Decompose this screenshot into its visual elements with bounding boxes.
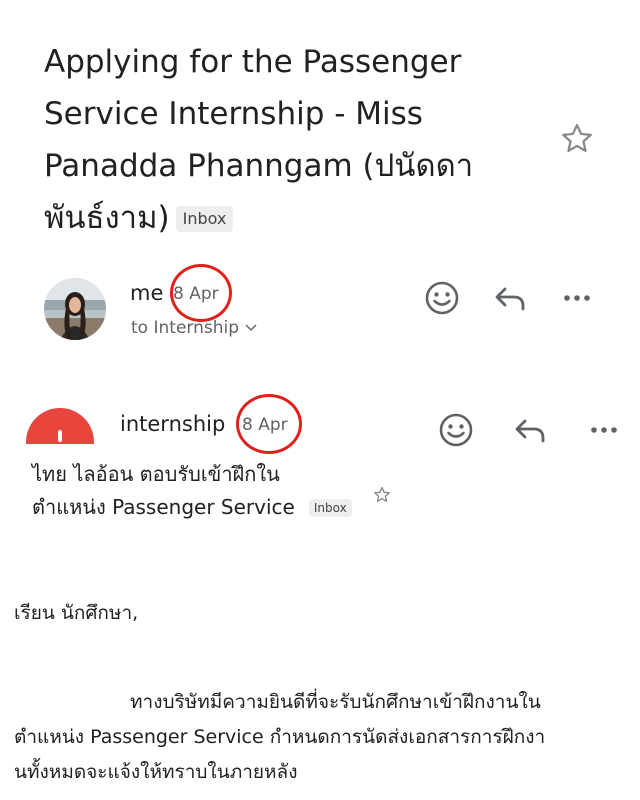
email-subject: ไทย ไลอ้อน ตอบรับเข้าฝึกใน ตำแหน่ง Passe… bbox=[32, 458, 392, 524]
email-greeting: เรียน นักศึกษา, bbox=[14, 602, 139, 624]
sender-name: me bbox=[130, 281, 164, 305]
avatar[interactable] bbox=[44, 278, 106, 340]
email-body-line: ตำแหน่ง Passenger Service กำหนดการนัดส่ง… bbox=[14, 726, 546, 748]
email-body-line: นทั้งหมดจะแจ้งให้ทราบในภายหลัง bbox=[14, 761, 298, 783]
more-icon[interactable] bbox=[584, 410, 624, 450]
star-icon[interactable] bbox=[372, 485, 392, 505]
star-icon[interactable] bbox=[558, 120, 596, 158]
sender-name: internship bbox=[120, 412, 226, 436]
subject-line: ไทย ไลอ้อน ตอบรับเข้าฝึกใน bbox=[32, 462, 280, 486]
inbox-label[interactable]: Inbox bbox=[308, 499, 352, 517]
reply-icon[interactable] bbox=[490, 278, 530, 318]
subject-line-text: ตำแหน่ง Passenger Service bbox=[32, 495, 295, 519]
reply-icon[interactable] bbox=[510, 410, 550, 450]
chevron-down-icon[interactable] bbox=[244, 322, 258, 334]
subject-line: ตำแหน่ง Passenger Service Inbox bbox=[32, 491, 392, 524]
inbox-label[interactable]: Inbox bbox=[175, 206, 234, 232]
emoji-icon[interactable] bbox=[436, 410, 476, 450]
subject-text: Applying for the Passenger Service Inter… bbox=[44, 44, 474, 236]
annotation-circle bbox=[170, 264, 232, 322]
recipient-name: Internship bbox=[153, 318, 240, 338]
email-body-line: ทางบริษัทมีความยินดีที่จะรับนักศึกษาเข้า… bbox=[130, 691, 541, 713]
more-icon[interactable] bbox=[557, 278, 597, 318]
emoji-icon[interactable] bbox=[422, 278, 462, 318]
email-subject: Applying for the Passenger Service Inter… bbox=[44, 36, 514, 244]
recipient-line[interactable]: to Internship bbox=[131, 318, 258, 338]
recipient-prefix: to bbox=[131, 318, 149, 338]
annotation-circle bbox=[236, 394, 302, 454]
